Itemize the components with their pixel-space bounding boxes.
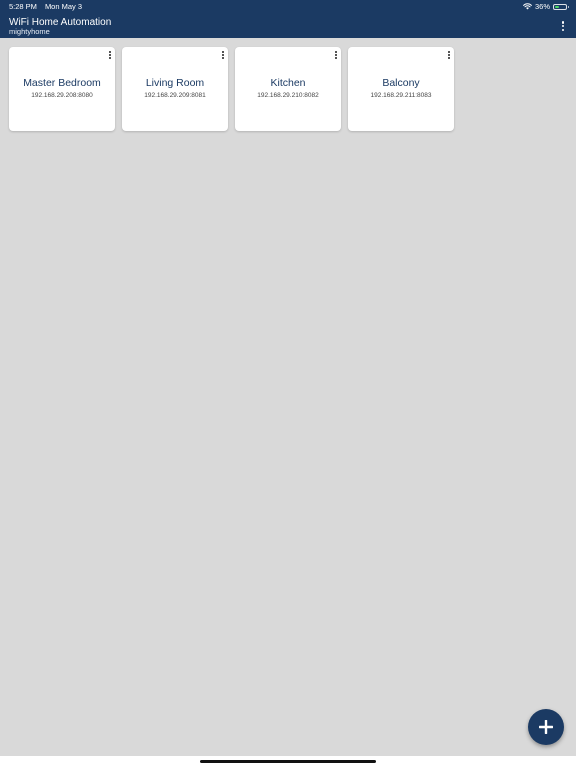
menu-dot: [109, 51, 111, 53]
room-card-kitchen[interactable]: Kitchen 192.168.29.210:8082: [235, 47, 341, 131]
room-card-list: Master Bedroom 192.168.29.208:8080 Livin…: [9, 47, 454, 131]
menu-dot: [109, 57, 111, 59]
menu-dot: [448, 57, 450, 59]
menu-dot: [222, 57, 224, 59]
card-more-vertical-icon[interactable]: [446, 50, 452, 60]
status-time: 5:28 PM: [9, 2, 37, 11]
menu-dot: [335, 57, 337, 59]
home-indicator[interactable]: [200, 760, 376, 763]
room-name: Kitchen: [270, 77, 306, 89]
app-subtitle: mightyhome: [9, 27, 50, 36]
battery-icon: [553, 3, 569, 10]
menu-dot: [335, 51, 337, 53]
room-address: 192.168.29.211:8083: [370, 92, 432, 99]
room-address: 192.168.29.208:8080: [31, 92, 93, 99]
room-name: Master Bedroom: [23, 77, 101, 89]
card-more-vertical-icon[interactable]: [220, 50, 226, 60]
room-name: Balcony: [382, 77, 420, 89]
menu-dot: [222, 51, 224, 53]
room-address: 192.168.29.210:8082: [257, 92, 319, 99]
add-room-button[interactable]: [528, 709, 564, 745]
card-more-vertical-icon[interactable]: [333, 50, 339, 60]
menu-dot: [222, 54, 224, 56]
menu-dot: [109, 54, 111, 56]
room-card-balcony[interactable]: Balcony 192.168.29.211:8083: [348, 47, 454, 131]
status-right: 36%: [523, 0, 569, 13]
battery-percent: 36%: [534, 2, 550, 11]
room-name: Living Room: [145, 77, 205, 89]
status-bar: 5:28 PM Mon May 3 36%: [0, 0, 576, 13]
room-card-living-room[interactable]: Living Room 192.168.29.209:8081: [122, 47, 228, 131]
wifi-icon: [523, 3, 532, 10]
status-left: 5:28 PM Mon May 3: [9, 0, 82, 13]
menu-dot: [561, 21, 565, 24]
menu-dot: [448, 54, 450, 56]
room-card-master-bedroom[interactable]: Master Bedroom 192.168.29.208:8080: [9, 47, 115, 131]
menu-dot: [561, 28, 565, 31]
more-vertical-icon[interactable]: [558, 19, 568, 33]
app-header: 5:28 PM Mon May 3 36% WiFi Home Automati…: [0, 0, 576, 38]
plus-icon: [539, 720, 553, 734]
battery-level-fill: [555, 5, 559, 8]
menu-dot: [448, 51, 450, 53]
menu-dot: [335, 54, 337, 56]
room-address: 192.168.29.209:8081: [144, 92, 206, 99]
card-more-vertical-icon[interactable]: [107, 50, 113, 60]
status-date: Mon May 3: [44, 2, 83, 11]
menu-dot: [561, 24, 565, 28]
